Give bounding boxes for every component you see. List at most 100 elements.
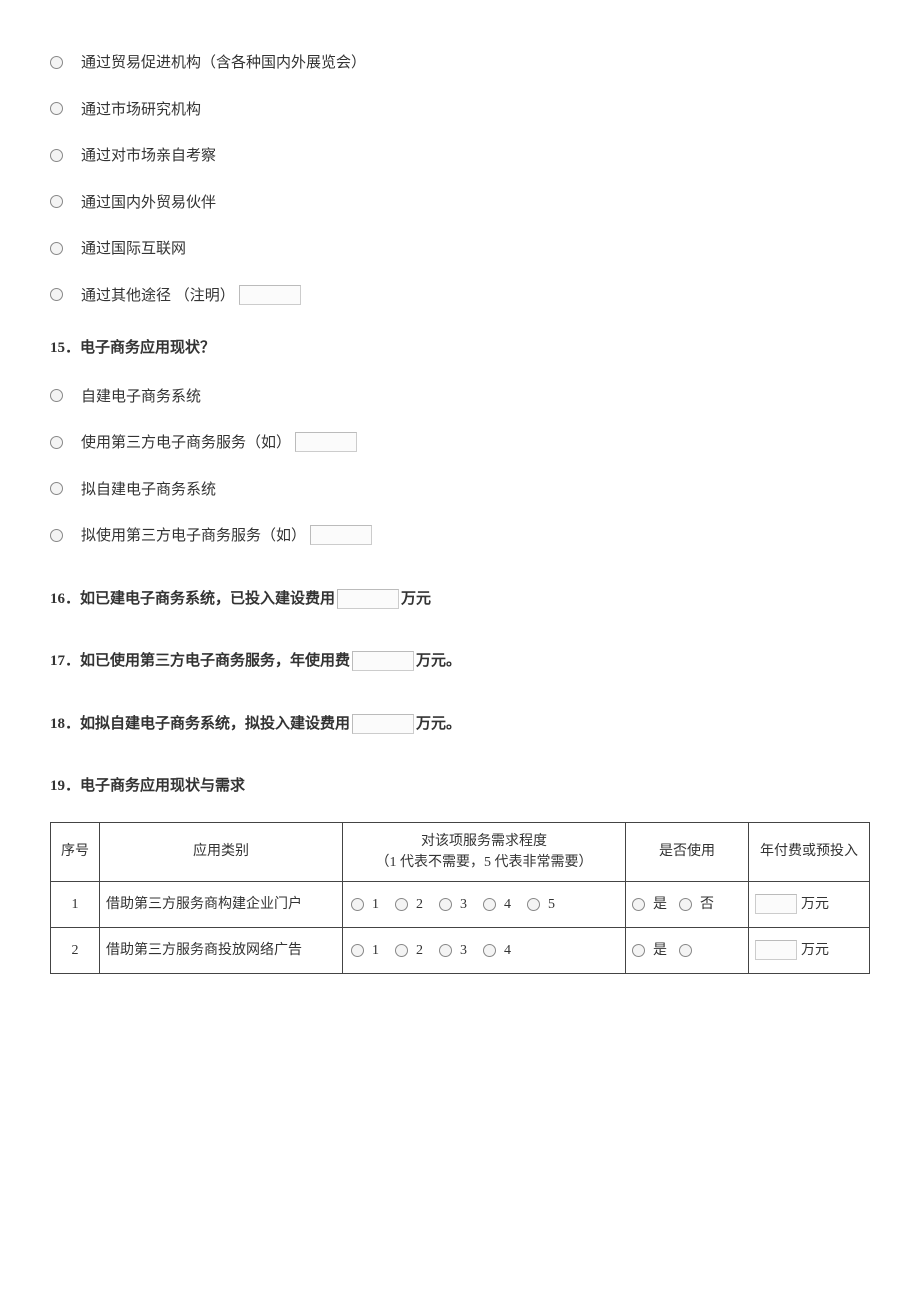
row-cost: 万元 [749, 881, 870, 927]
option-label: 拟使用第三方电子商务服务（如） [81, 523, 306, 548]
radio-icon[interactable] [50, 389, 63, 402]
row-need: 1 2 3 4 [343, 927, 626, 973]
option-label: 使用第三方电子商务服务（如） [81, 430, 291, 455]
q17-suffix: 万元。 [416, 650, 461, 673]
radio-icon[interactable] [50, 529, 63, 542]
col-cost-header: 年付费或预投入 [749, 822, 870, 881]
col-category-header: 应用类别 [100, 822, 343, 881]
row-need: 1 2 3 4 5 [343, 881, 626, 927]
plan-third-party-input[interactable] [310, 525, 372, 545]
need-header-line1: 对该项服务需求程度 [349, 831, 619, 852]
option-row: 拟自建电子商务系统 [50, 477, 870, 502]
yes-option[interactable]: 是 [632, 940, 667, 961]
q14-options: 通过贸易促进机构（含各种国内外展览会） 通过市场研究机构 通过对市场亲自考察 通… [50, 50, 870, 307]
option-row: 通过对市场亲自考察 [50, 143, 870, 168]
option-row: 通过其他途径 （注明） [50, 283, 870, 308]
cost-unit: 万元 [801, 940, 829, 961]
radio-icon[interactable] [50, 56, 63, 69]
q18-input[interactable] [352, 714, 414, 734]
rating-option[interactable]: 1 [351, 894, 379, 915]
option-label: 拟自建电子商务系统 [81, 477, 216, 502]
row-category: 借助第三方服务商构建企业门户 [100, 881, 343, 927]
rating-option[interactable]: 2 [395, 894, 423, 915]
third-party-service-input[interactable] [295, 432, 357, 452]
q17: 17．如已使用第三方电子商务服务，年使用费 万元。 [50, 650, 870, 673]
option-label: 通过贸易促进机构（含各种国内外展览会） [81, 50, 366, 75]
radio-icon [632, 898, 645, 911]
row-category: 借助第三方服务商投放网络广告 [100, 927, 343, 973]
yes-option[interactable]: 是 [632, 894, 667, 915]
rating-option[interactable]: 4 [483, 940, 511, 961]
row-use: 是 [626, 927, 749, 973]
radio-icon[interactable] [50, 102, 63, 115]
radio-icon[interactable] [50, 482, 63, 495]
table-row: 1 借助第三方服务商构建企业门户 1 2 3 4 5 是 否 [51, 881, 870, 927]
q19-table: 序号 应用类别 对该项服务需求程度 （1 代表不需要，5 代表非常需要） 是否使… [50, 822, 870, 974]
table-row: 2 借助第三方服务商投放网络广告 1 2 3 4 是 万元 [51, 927, 870, 973]
q16-prefix: 16．如已建电子商务系统，已投入建设费用 [50, 588, 335, 611]
row-seq: 1 [51, 881, 100, 927]
radio-icon [679, 944, 692, 957]
radio-icon [679, 898, 692, 911]
row-use: 是 否 [626, 881, 749, 927]
radio-icon [632, 944, 645, 957]
radio-icon [439, 944, 452, 957]
rating-option[interactable]: 4 [483, 894, 511, 915]
option-row: 通过市场研究机构 [50, 97, 870, 122]
rating-option[interactable]: 2 [395, 940, 423, 961]
option-label: 通过其他途径 （注明） [81, 283, 235, 308]
option-row: 通过国内外贸易伙伴 [50, 190, 870, 215]
rating-option[interactable]: 5 [527, 894, 555, 915]
q16-input[interactable] [337, 589, 399, 609]
radio-icon[interactable] [50, 195, 63, 208]
q18-prefix: 18．如拟自建电子商务系统，拟投入建设费用 [50, 713, 350, 736]
option-row: 拟使用第三方电子商务服务（如） [50, 523, 870, 548]
q18-suffix: 万元。 [416, 713, 461, 736]
col-need-header: 对该项服务需求程度 （1 代表不需要，5 代表非常需要） [343, 822, 626, 881]
option-row: 通过贸易促进机构（含各种国内外展览会） [50, 50, 870, 75]
option-row: 自建电子商务系统 [50, 384, 870, 409]
no-option[interactable] [679, 944, 700, 957]
q16: 16．如已建电子商务系统，已投入建设费用 万元 [50, 588, 870, 611]
q16-suffix: 万元 [401, 588, 431, 611]
radio-icon [439, 898, 452, 911]
q17-input[interactable] [352, 651, 414, 671]
radio-icon [395, 944, 408, 957]
cost-unit: 万元 [801, 894, 829, 915]
row-seq: 2 [51, 927, 100, 973]
radio-icon[interactable] [50, 149, 63, 162]
radio-icon [351, 898, 364, 911]
cost-input[interactable] [755, 940, 797, 960]
radio-icon [483, 944, 496, 957]
col-use-header: 是否使用 [626, 822, 749, 881]
q17-prefix: 17．如已使用第三方电子商务服务，年使用费 [50, 650, 350, 673]
cost-input[interactable] [755, 894, 797, 914]
radio-icon[interactable] [50, 288, 63, 301]
q15-options: 自建电子商务系统 使用第三方电子商务服务（如） 拟自建电子商务系统 拟使用第三方… [50, 384, 870, 548]
q15-title: 15．电子商务应用现状？ [50, 337, 870, 360]
radio-icon [395, 898, 408, 911]
option-row: 使用第三方电子商务服务（如） [50, 430, 870, 455]
rating-option[interactable]: 3 [439, 940, 467, 961]
option-label: 自建电子商务系统 [81, 384, 201, 409]
option-row: 通过国际互联网 [50, 236, 870, 261]
radio-icon[interactable] [50, 436, 63, 449]
need-header-line2: （1 代表不需要，5 代表非常需要） [349, 852, 619, 873]
q19-title: 19．电子商务应用现状与需求 [50, 775, 870, 798]
radio-icon [351, 944, 364, 957]
rating-option[interactable]: 3 [439, 894, 467, 915]
row-cost: 万元 [749, 927, 870, 973]
col-seq-header: 序号 [51, 822, 100, 881]
rating-option[interactable]: 1 [351, 940, 379, 961]
table-header-row: 序号 应用类别 对该项服务需求程度 （1 代表不需要，5 代表非常需要） 是否使… [51, 822, 870, 881]
option-label: 通过市场研究机构 [81, 97, 201, 122]
option-label: 通过国际互联网 [81, 236, 186, 261]
no-option[interactable]: 否 [679, 894, 714, 915]
option-label: 通过对市场亲自考察 [81, 143, 216, 168]
radio-icon [527, 898, 540, 911]
radio-icon [483, 898, 496, 911]
option-label: 通过国内外贸易伙伴 [81, 190, 216, 215]
q18: 18．如拟自建电子商务系统，拟投入建设费用 万元。 [50, 713, 870, 736]
radio-icon[interactable] [50, 242, 63, 255]
other-channel-input[interactable] [239, 285, 301, 305]
